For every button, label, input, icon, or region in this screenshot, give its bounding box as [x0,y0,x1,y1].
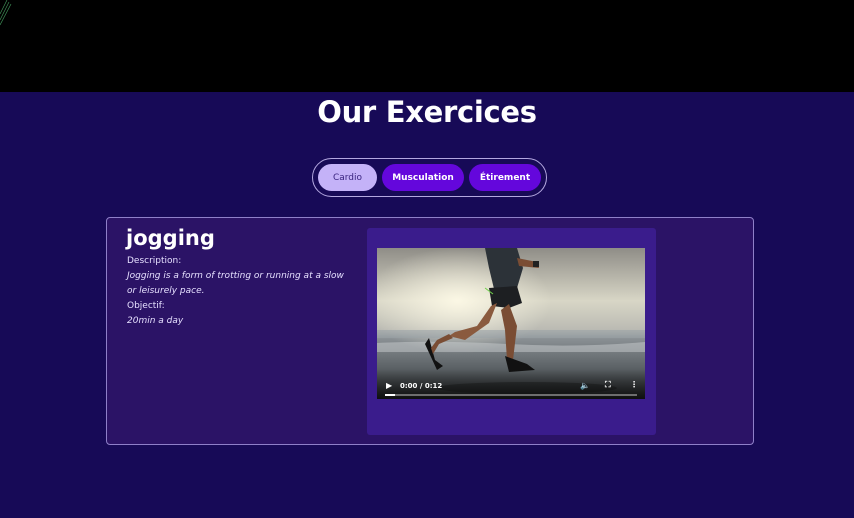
exercise-category-tabs: Cardio Musculation Étirement [312,158,547,197]
video-time: 0:00 / 0:12 [400,382,443,390]
page-title: Our Exercices [317,95,537,129]
exercise-video[interactable]: ▶ 0:00 / 0:12 🔈 ⛶ ⋮ [377,248,645,399]
video-progress-fill [385,394,396,396]
video-controls: ▶ 0:00 / 0:12 🔈 ⛶ ⋮ [377,369,645,399]
description-text: Jogging is a form of trotting or running… [127,271,344,296]
tab-etirement[interactable]: Étirement [469,164,541,191]
objective-label: Objectif: [127,301,165,311]
tab-cardio[interactable]: Cardio [318,164,377,191]
objective-text: 20min a day [127,316,184,326]
exercise-details: Description: Jogging is a form of trotti… [127,254,347,329]
video-progress-bar[interactable] [385,394,637,396]
tab-musculation[interactable]: Musculation [382,164,464,191]
more-options-icon[interactable]: ⋮ [630,380,638,389]
fullscreen-icon[interactable]: ⛶ [605,380,611,390]
play-icon[interactable]: ▶ [386,381,392,390]
description-label: Description: [127,256,182,266]
exercise-card: jogging Description: Jogging is a form o… [106,217,754,445]
volume-icon[interactable]: 🔈 [580,381,590,390]
hero-banner [0,0,854,92]
exercise-name: jogging [126,226,215,250]
decorative-lines [0,0,12,26]
video-panel: ▶ 0:00 / 0:12 🔈 ⛶ ⋮ [367,228,656,435]
